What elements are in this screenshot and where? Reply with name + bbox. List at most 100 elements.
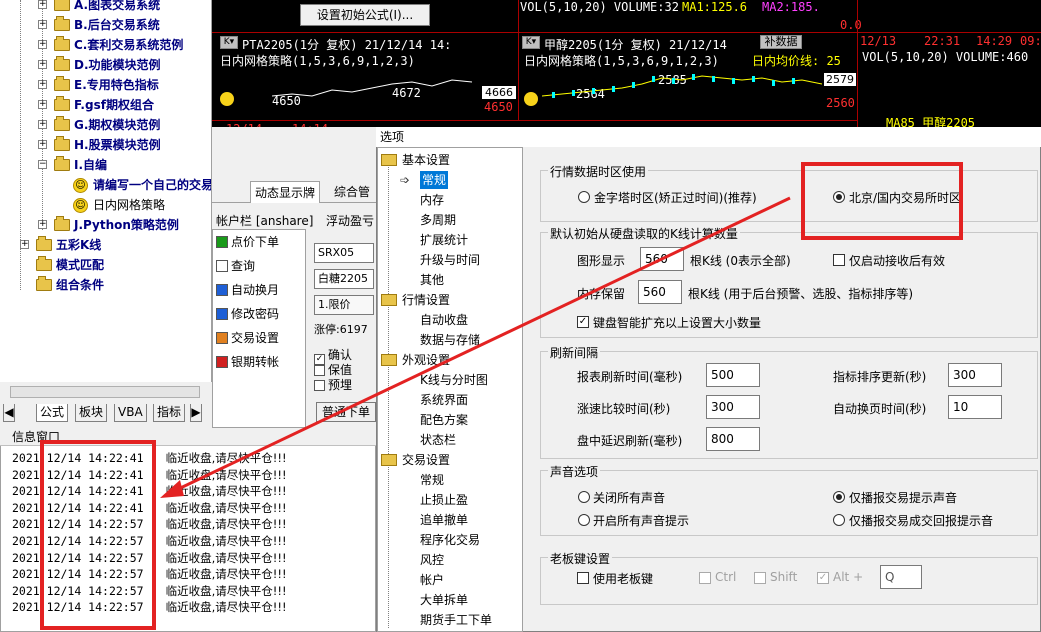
tree-node-label: E.专用特色指标: [74, 78, 159, 92]
rank-update-label: 指标排序更新(秒): [833, 370, 927, 384]
nav-label: 交易设置: [402, 453, 451, 467]
expand-icon[interactable]: +: [38, 100, 47, 109]
folder-icon: [54, 56, 70, 71]
bank-transfer-button[interactable]: 银期转帐: [216, 353, 279, 370]
tree-node-label: I.自编: [74, 158, 108, 172]
click-order-button[interactable]: 点价下单: [216, 233, 279, 250]
nav-label: 基本设置: [402, 153, 451, 167]
query-button[interactable]: 查询: [216, 257, 255, 274]
log-year: 2021: [12, 567, 40, 582]
nav-label: 止损止盈: [420, 493, 469, 507]
sound-trade-radio[interactable]: [833, 491, 845, 503]
tab-dynamic-board[interactable]: 动态显示牌: [250, 181, 321, 203]
tab-formula[interactable]: 公式: [36, 404, 69, 422]
click-order-icon: [216, 236, 228, 248]
boss-key-input[interactable]: Q: [880, 565, 922, 589]
delay-refresh-label: 盘中延迟刷新(毫秒): [577, 434, 683, 448]
nav-label: 升级与时间: [420, 253, 481, 267]
nav-label: 外观设置: [402, 353, 451, 367]
chart-k-icon-2[interactable]: K▾: [522, 36, 540, 49]
expand-icon[interactable]: +: [38, 120, 47, 129]
report-refresh-input[interactable]: 500: [706, 363, 760, 387]
nav-label: 配色方案: [420, 413, 469, 427]
collapse-icon[interactable]: −: [38, 160, 47, 169]
expand-checkbox[interactable]: ✓: [577, 316, 589, 328]
annotation-box-timezone: [801, 162, 963, 240]
log-message: 临近收盘,请尽快平仓!!!: [165, 583, 287, 598]
tab-vba[interactable]: VBA: [114, 404, 147, 422]
order-type-select[interactable]: 1.限价: [314, 295, 374, 315]
change-password-button[interactable]: 修改密码: [216, 305, 279, 322]
memory-keep-unit: 根K线 (用于后台预警、选股、指标排序等): [688, 287, 914, 301]
formula-tree[interactable]: + A.图表交易系统 + B.后台交易系统 + C.套利交易系统范例 + D.功能模块范例 + E…: [0, 0, 212, 382]
expand-icon[interactable]: +: [38, 60, 47, 69]
folder-icon: [54, 216, 70, 231]
fill-data-button[interactable]: 补数据: [760, 35, 802, 49]
expand-icon[interactable]: +: [38, 20, 47, 29]
expand-icon[interactable]: +: [38, 0, 47, 9]
expand-icon[interactable]: +: [38, 40, 47, 49]
sound-all-radio[interactable]: [578, 514, 590, 526]
ma1-label: MA1:125.6: [682, 0, 748, 14]
expand-icon[interactable]: +: [38, 80, 47, 89]
trade-option-checkbox[interactable]: 预埋: [314, 376, 352, 393]
trade-settings-icon: [216, 332, 228, 344]
expand-icon[interactable]: +: [20, 240, 29, 249]
folder-icon: [381, 154, 397, 166]
tab-scroll-left-icon[interactable]: ◀: [3, 404, 15, 422]
normal-order-button[interactable]: 普通下单: [316, 402, 376, 422]
tab-indicator[interactable]: 指标: [153, 404, 186, 422]
contract-code-field[interactable]: SRX05: [314, 243, 374, 263]
ctrl-checkbox[interactable]: [699, 572, 711, 584]
nav-label: 内存: [420, 193, 445, 207]
log-message: 临近收盘,请尽快平仓!!!: [165, 567, 287, 582]
log-message: 临近收盘,请尽快平仓!!!: [165, 534, 287, 548]
nav-label: 帐户: [420, 573, 445, 587]
startup-only-checkbox[interactable]: [833, 254, 845, 266]
display-count-input[interactable]: 560: [640, 247, 684, 271]
delay-refresh-input[interactable]: 800: [706, 427, 760, 451]
tree-node-label: 模式匹配: [56, 258, 105, 272]
sound-off-radio[interactable]: [578, 491, 590, 503]
speed-compare-label: 涨速比较时间(秒): [577, 402, 671, 416]
auto-roll-button[interactable]: 自动换月: [216, 281, 279, 298]
alt-checkbox[interactable]: ✓: [817, 572, 829, 584]
rank-update-input[interactable]: 300: [948, 363, 1002, 387]
set-formula-button[interactable]: 设置初始公式(I)...: [300, 4, 430, 26]
log-year: 2021: [12, 583, 40, 598]
float-pnl-label: 浮动盈亏: [326, 214, 375, 228]
tree-node-label: 组合条件: [56, 278, 105, 292]
contract-name-field[interactable]: 白糖2205: [314, 269, 374, 289]
auto-page-input[interactable]: 10: [948, 395, 1002, 419]
nav-label: 大单拆单: [420, 593, 469, 607]
button-label: 点价下单: [231, 235, 280, 249]
shift-checkbox[interactable]: [754, 572, 766, 584]
log-message: 临近收盘,请尽快平仓!!!: [165, 484, 287, 499]
boss-key-checkbox[interactable]: [577, 572, 589, 584]
nav-label: 程序化交易: [420, 533, 481, 547]
folder-icon: [54, 136, 70, 151]
tab-overall[interactable]: 综合管: [330, 181, 374, 203]
chart-area[interactable]: 设置初始公式(I)... VOL(5,10,20) VOLUME:32 MA1:…: [212, 0, 1041, 136]
sound-fill-radio[interactable]: [833, 514, 845, 526]
sound-fill-label: 仅播报交易成交回报提示音: [849, 514, 994, 528]
log-year: 2021: [12, 550, 40, 565]
chart-k-icon[interactable]: K▾: [220, 36, 238, 49]
tab-block[interactable]: 板块: [75, 404, 108, 422]
options-nav-tree[interactable]: 基本设置 ➩ 常规 内存 多周期 扩展统计 升级与时间 其他 行情设置 自动收盘 数据与存储 外观设置…: [377, 147, 523, 632]
tz-pyramid-radio[interactable]: [578, 191, 590, 203]
button-label: 查询: [231, 259, 256, 273]
tab-scroll-right-icon[interactable]: ▶: [190, 404, 202, 422]
expand-icon[interactable]: +: [38, 220, 47, 229]
log-message: 临近收盘,请尽快平仓!!!: [165, 517, 287, 532]
expand-icon[interactable]: +: [38, 140, 47, 149]
meth-axis-price: 2579: [824, 73, 856, 86]
tree-scrollbar[interactable]: [10, 386, 200, 398]
trade-settings-button[interactable]: 交易设置: [216, 329, 279, 346]
memory-keep-input[interactable]: 560: [638, 280, 682, 304]
nav-label: 常规: [420, 473, 445, 487]
button-label: 自动换月: [231, 283, 280, 297]
change-password-icon: [216, 308, 228, 320]
speed-compare-input[interactable]: 300: [706, 395, 760, 419]
display-count-label: 图形显示: [577, 254, 626, 268]
